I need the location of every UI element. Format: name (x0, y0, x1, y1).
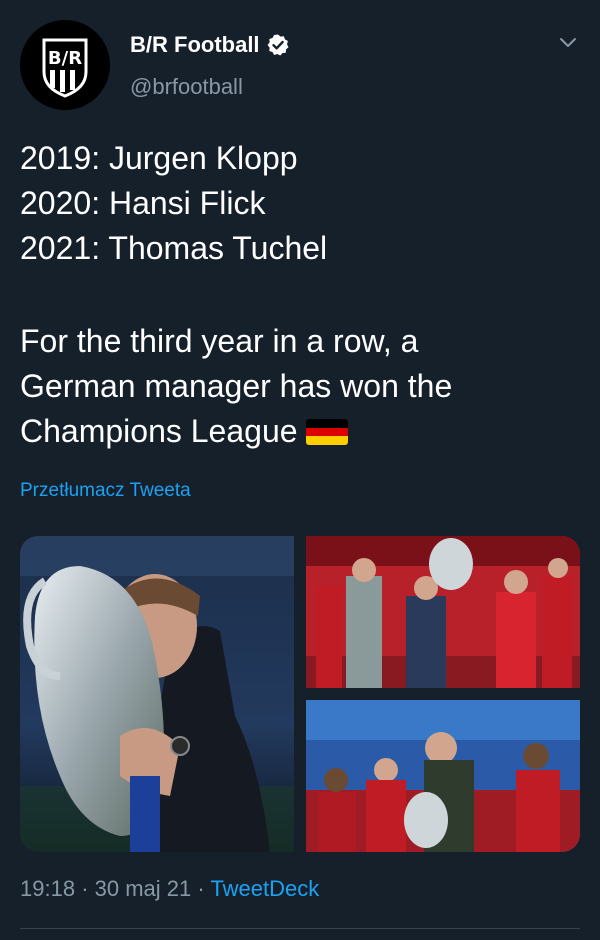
meta-separator-2: · (197, 876, 205, 901)
tweet-text: 2019: Jurgen Klopp 2020: Hansi Flick 202… (20, 136, 580, 454)
tweet-header: B/R B/R Football @brfootball (20, 20, 580, 110)
name-row: B/R Football (130, 28, 290, 62)
display-name[interactable]: B/R Football (130, 32, 260, 58)
verified-badge-icon (267, 34, 289, 56)
meta-separator-1: · (81, 876, 89, 901)
avatar[interactable]: B/R (20, 20, 110, 110)
tweet-body-line-3-text: Champions League (20, 413, 298, 449)
translate-tweet-link[interactable]: Przetłumacz Tweeta (20, 480, 191, 502)
photo-tuchel-trophy[interactable] (20, 536, 294, 852)
br-logo-icon: B/R (20, 20, 110, 110)
tweet-date[interactable]: 30 maj 21 (95, 876, 192, 901)
photo-liverpool-celebration[interactable] (306, 700, 580, 852)
avatar-logo-text: B/R (48, 48, 82, 69)
divider (20, 928, 580, 929)
photo-bayern-celebration[interactable] (306, 536, 580, 688)
photo-2-image (306, 536, 580, 688)
tweet-line-3: 2021: Thomas Tuchel (20, 230, 328, 266)
tweet-meta: 19:18 · 30 maj 21 · TweetDeck (20, 876, 319, 902)
user-handle[interactable]: @brfootball (130, 74, 243, 100)
tweet-body-line-2: German manager has won the (20, 368, 453, 404)
photo-3-image (306, 700, 580, 852)
chevron-down-icon[interactable] (556, 30, 580, 54)
media-grid (20, 536, 580, 852)
tweet-source-link[interactable]: TweetDeck (210, 876, 319, 901)
tweet-time[interactable]: 19:18 (20, 876, 75, 901)
tweet-body-line-3: Champions League (20, 409, 580, 454)
tweet-body-line-1: For the third year in a row, a (20, 323, 419, 359)
germany-flag-icon (305, 419, 348, 445)
tweet-line-2: 2020: Hansi Flick (20, 185, 266, 221)
tweet-line-1: 2019: Jurgen Klopp (20, 140, 298, 176)
photo-1-image (20, 536, 294, 852)
